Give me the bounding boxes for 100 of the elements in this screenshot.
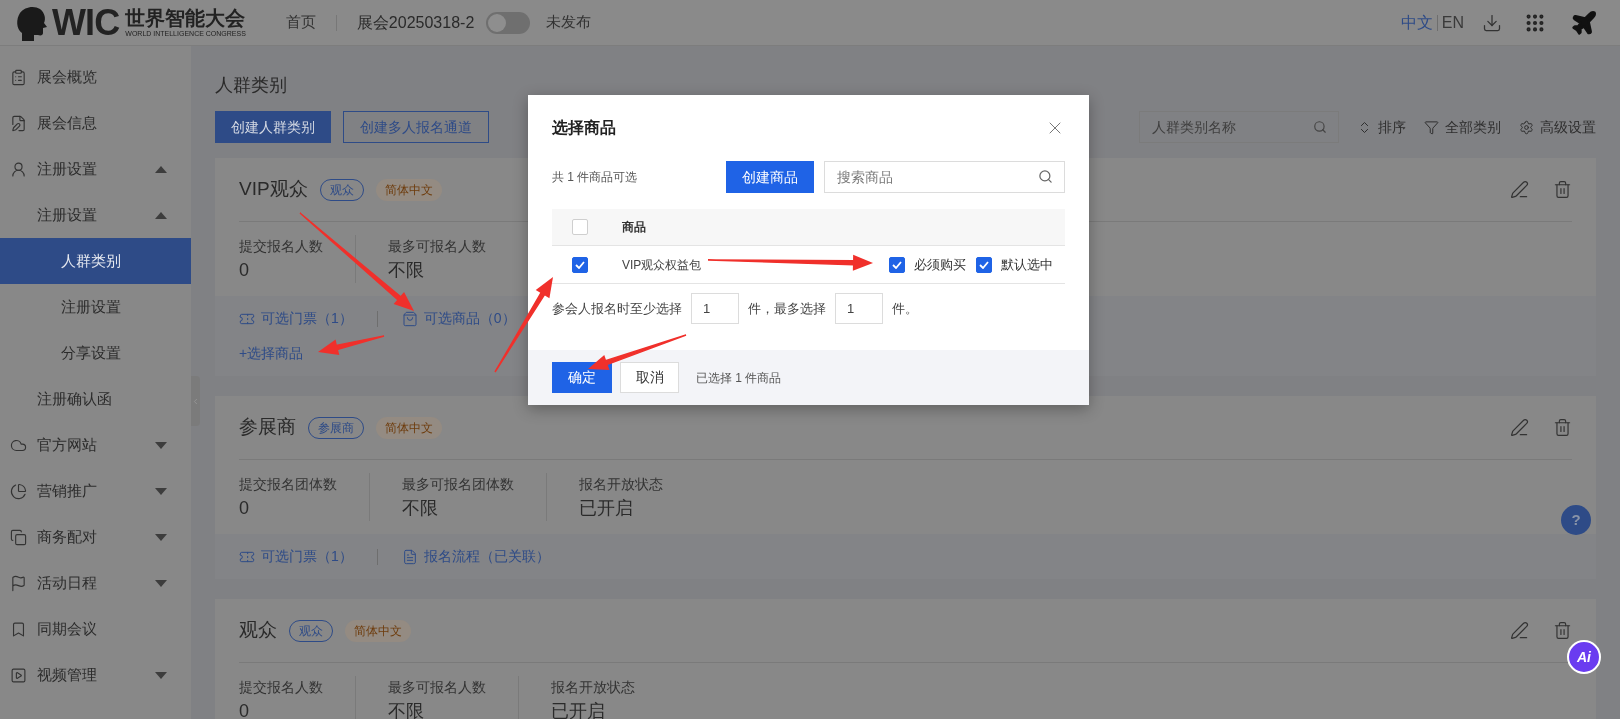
cancel-button[interactable]: 取消 (620, 362, 679, 393)
option-label: 默认选中 (1001, 255, 1053, 274)
stat-value: 0 (239, 497, 250, 520)
download-icon[interactable] (1482, 12, 1502, 33)
stat-label: 提交报名人数 (239, 678, 323, 697)
create-channel-button[interactable]: 创建多人报名通道 (343, 111, 489, 143)
caret-down-icon (155, 487, 167, 495)
search-field[interactable]: 人群类别名称 (1139, 111, 1339, 143)
confirm-button[interactable]: 确定 (552, 362, 612, 393)
stat-value: 已开启 (551, 700, 606, 719)
bag-icon (401, 310, 418, 327)
annotation-arrow (318, 335, 385, 356)
sidebar-item[interactable]: 官方网站 (0, 422, 191, 468)
limit-label: 件。 (892, 299, 918, 318)
goods-name: VIP观众权益包 (622, 256, 702, 274)
card-link[interactable]: 可选门票（1） (239, 546, 353, 567)
pie-chart-icon (10, 482, 27, 500)
caret-down-icon (155, 671, 167, 679)
stat-label: 最多可报名人数 (388, 237, 486, 256)
logo-mark: WIC (52, 4, 120, 41)
language-option[interactable]: EN (1441, 10, 1464, 35)
stat-label: 提交报名人数 (239, 237, 323, 256)
create-category-button[interactable]: 创建人群类别 (215, 111, 331, 143)
limit-label: 参会人报名时至少选择 (552, 299, 682, 318)
stat-label: 提交报名团体数 (239, 475, 337, 494)
min-count-field[interactable]: 1 (691, 293, 739, 324)
sidebar-item[interactable]: 注册设置 (0, 146, 191, 192)
stat-value: 已开启 (579, 497, 634, 520)
delete-icon[interactable] (1553, 180, 1572, 199)
sidebar-item[interactable]: 展会概览 (0, 54, 191, 100)
create-goods-button[interactable]: 创建商品 (726, 161, 814, 193)
card-link[interactable]: 可选门票（1） (239, 308, 353, 329)
sidebar-item[interactable]: 视频管理 (0, 652, 191, 698)
toolbar-action[interactable]: 高级设置 (1519, 116, 1596, 138)
toolbar-action[interactable]: 排序 (1357, 116, 1406, 138)
caret-up-icon (155, 165, 167, 173)
sidebar-item[interactable]: 同期会议 (0, 606, 191, 652)
document-icon (401, 548, 418, 565)
sidebar-item[interactable]: 注册设置 (0, 192, 191, 238)
home-link[interactable]: 首页 (285, 11, 316, 34)
sidebar-item[interactable]: 活动日程 (0, 560, 191, 606)
checkbox[interactable] (572, 256, 588, 273)
publish-status: 未发布 (546, 12, 592, 33)
column-header: 商品 (622, 219, 646, 236)
delete-icon[interactable] (1553, 621, 1572, 640)
publish-toggle[interactable] (486, 11, 531, 34)
edit-icon[interactable] (1510, 621, 1529, 640)
checkmark-icon (979, 260, 989, 269)
checkbox[interactable] (889, 256, 905, 273)
event-name: 展会20250318-2 (356, 12, 475, 33)
checkmark-icon (892, 260, 902, 269)
delete-icon[interactable] (1553, 418, 1572, 437)
dialog-title: 选择商品 (552, 118, 616, 138)
stat-label: 报名开放状态 (551, 678, 635, 697)
document-edit-icon (10, 114, 27, 132)
max-count-field[interactable]: 1 (835, 293, 883, 324)
stat-value: 0 (239, 700, 250, 719)
airplane-icon[interactable] (1570, 8, 1598, 37)
play-icon (10, 666, 27, 684)
goods-search-field[interactable]: 搜索商品 (824, 161, 1065, 193)
language-option[interactable]: 中文 (1400, 10, 1433, 35)
sidebar-item[interactable]: 注册确认函 (0, 376, 191, 422)
stat-label: 最多可报名团体数 (402, 475, 514, 494)
head-logo-icon (14, 4, 48, 41)
select-goods-link[interactable]: +选择商品 (239, 343, 304, 364)
caret-down-icon (155, 579, 167, 587)
limit-label: 件，最多选择 (748, 299, 826, 318)
stat-value: 不限 (388, 700, 425, 719)
sidebar-item[interactable]: 营销推广 (0, 468, 191, 514)
card-title: 观众 (239, 618, 277, 643)
stat-value: 0 (239, 259, 250, 282)
search-icon (1038, 169, 1053, 184)
card-title: 参展商 (239, 415, 296, 440)
card-link[interactable]: 可选商品（0） (401, 308, 516, 329)
edit-icon[interactable] (1510, 180, 1529, 199)
stat-value: 不限 (388, 259, 425, 282)
checkbox[interactable] (976, 256, 992, 273)
sidebar-item[interactable]: 商务配对 (0, 514, 191, 560)
user-icon (10, 160, 27, 178)
edit-icon[interactable] (1510, 418, 1529, 437)
stat-label: 报名开放状态 (579, 475, 663, 494)
toolbar-action[interactable]: 全部类别 (1424, 116, 1501, 138)
sidebar-item[interactable]: 展会信息 (0, 100, 191, 146)
available-count: 共 1 件商品可选 (552, 169, 639, 186)
checkmark-icon (575, 260, 585, 269)
settings-icon (1519, 119, 1534, 135)
language-tag: 简体中文 (375, 178, 442, 201)
search-icon (1313, 120, 1327, 134)
bookmark-icon (10, 620, 27, 638)
option-label: 必须购买 (914, 255, 966, 274)
sidebar-item[interactable]: 分享设置 (0, 330, 191, 376)
card-link[interactable]: 报名流程（已关联） (401, 546, 550, 567)
sidebar-item[interactable]: 注册设置 (0, 284, 191, 330)
sidebar-item[interactable]: 人群类别 (0, 238, 191, 284)
filter-icon (1424, 119, 1439, 135)
list-icon (10, 68, 27, 86)
caret-up-icon (155, 211, 167, 219)
flag-icon (10, 574, 27, 592)
selected-summary: 已选择 1 件商品 (696, 369, 782, 387)
page-title: 人群类别 (215, 74, 288, 97)
